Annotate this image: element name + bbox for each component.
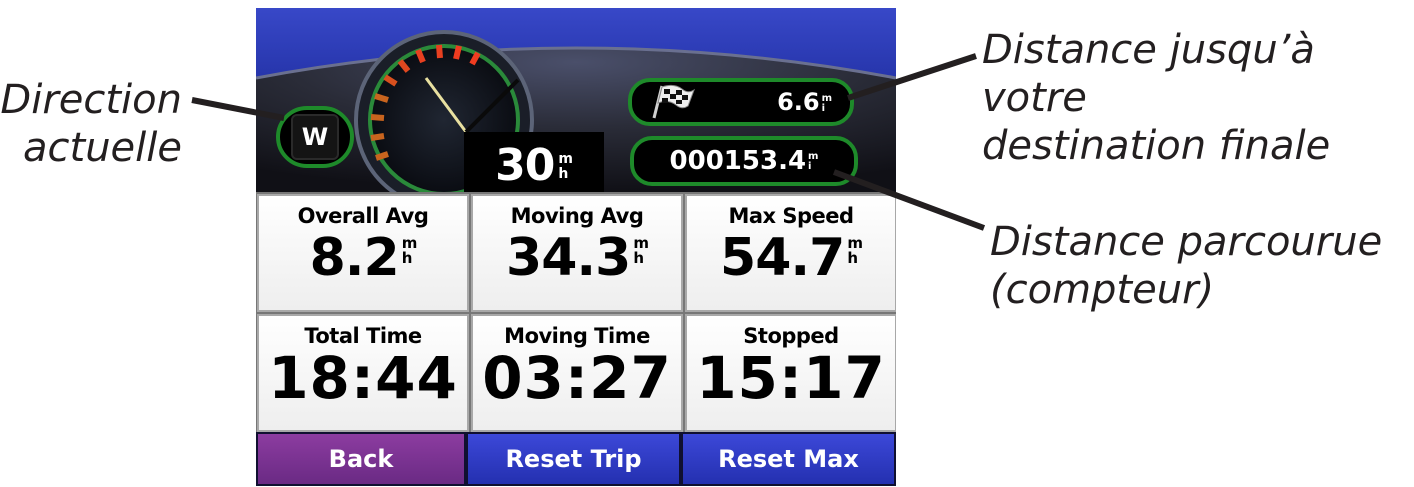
leader-line-odometer <box>832 169 986 231</box>
leader-line-direction <box>191 97 285 121</box>
callout-leader-lines <box>191 53 986 231</box>
leader-line-destination <box>847 53 977 101</box>
